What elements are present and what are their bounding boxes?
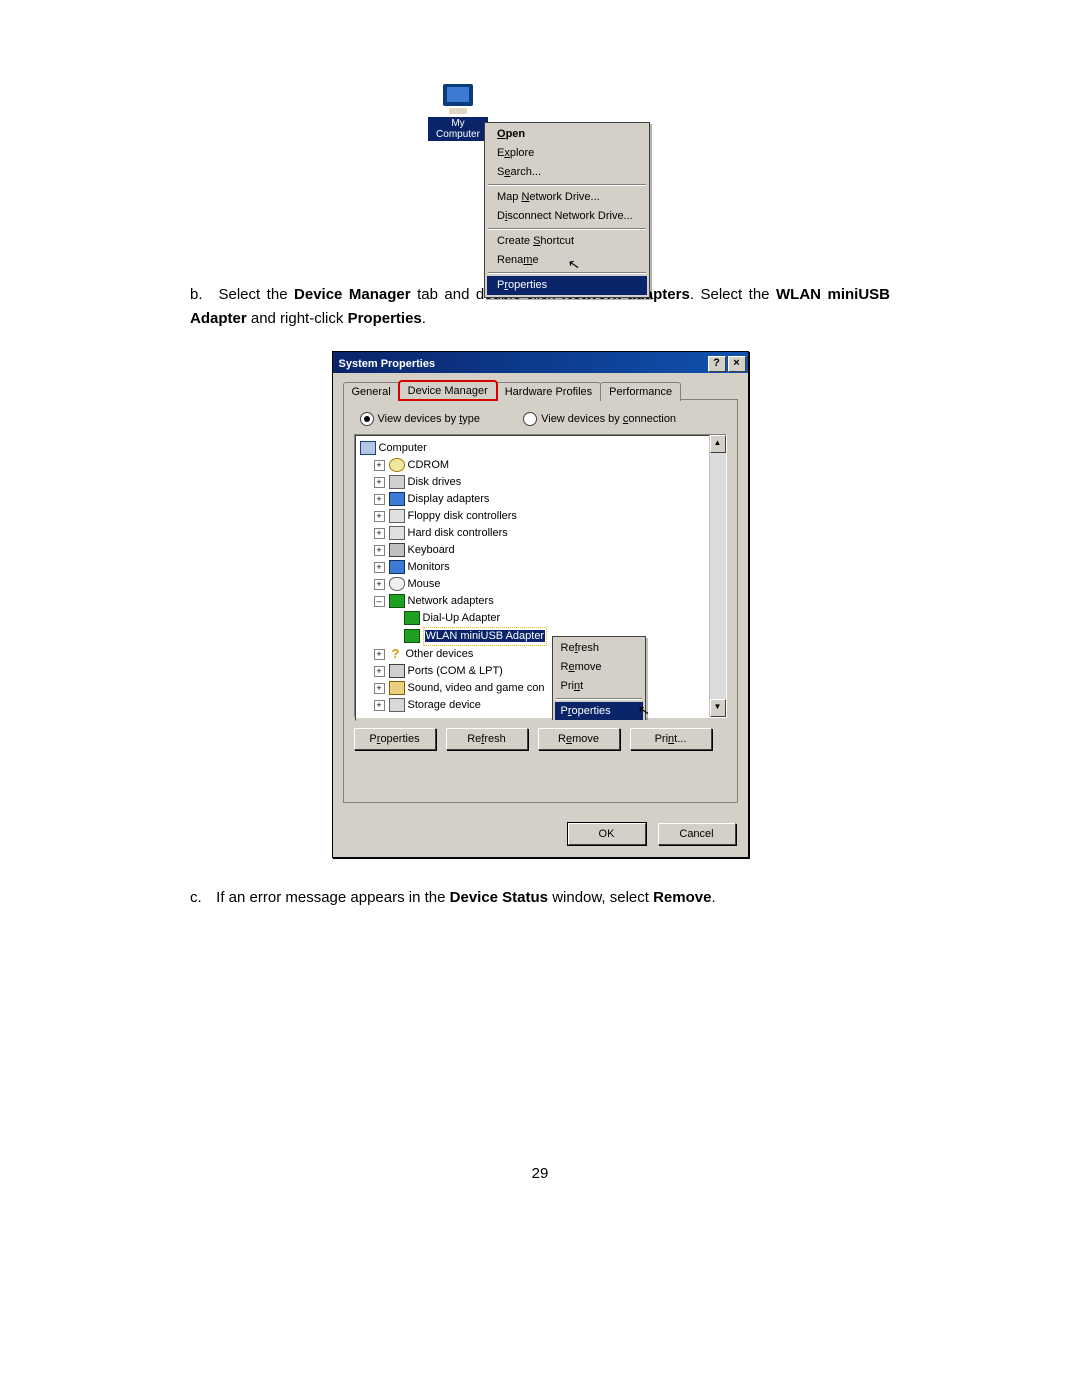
tab-strip: General Device Manager Hardware Profiles… xyxy=(343,381,738,400)
instruction-step-c: c. If an error message appears in the De… xyxy=(190,886,890,910)
tab-hardware-profiles[interactable]: Hardware Profiles xyxy=(496,382,601,401)
monitor-icon xyxy=(389,560,405,574)
ctx-explore[interactable]: Explore xyxy=(487,144,647,163)
node-storage-device[interactable]: Storage device xyxy=(360,697,725,714)
node-ports[interactable]: Ports (COM & LPT) xyxy=(360,663,725,680)
keyboard-icon xyxy=(389,543,405,557)
mouse-icon xyxy=(389,577,405,591)
figure-system-properties-dialog: System Properties ? × General Device Man… xyxy=(332,351,749,858)
node-other-devices[interactable]: ?Other devices xyxy=(360,646,725,663)
scroll-down-button[interactable]: ▼ xyxy=(710,699,726,717)
refresh-button[interactable]: Refresh xyxy=(446,728,528,750)
ctx-print[interactable]: Print xyxy=(555,677,643,696)
my-computer-icon[interactable]: My Computer xyxy=(428,80,488,142)
dialog-title: System Properties xyxy=(339,358,436,370)
ctx-properties[interactable]: Properties xyxy=(487,276,647,295)
print-button[interactable]: Print... xyxy=(630,728,712,750)
device-tree[interactable]: Computer CDROM Disk drives Display adapt… xyxy=(354,434,727,718)
node-floppy-controllers[interactable]: Floppy disk controllers xyxy=(360,508,725,525)
tab-general[interactable]: General xyxy=(343,382,400,401)
titlebar: System Properties ? × xyxy=(333,352,748,373)
radio-view-by-type[interactable]: View devices by type xyxy=(360,412,481,426)
page-number: 29 xyxy=(0,1165,1080,1182)
sound-icon xyxy=(389,681,405,695)
context-menu: Open Explore Search... Map Network Drive… xyxy=(484,122,650,298)
tab-device-manager[interactable]: Device Manager xyxy=(399,381,497,400)
cdrom-icon xyxy=(389,458,405,472)
expand-icon[interactable] xyxy=(374,460,385,471)
display-icon xyxy=(389,492,405,506)
node-cdrom[interactable]: CDROM xyxy=(360,457,725,474)
cancel-button[interactable]: Cancel xyxy=(658,823,736,845)
ctx-open[interactable]: Open xyxy=(487,125,647,144)
node-display-adapters[interactable]: Display adapters xyxy=(360,491,725,508)
ok-button[interactable]: OK xyxy=(568,823,646,845)
computer-icon xyxy=(360,441,376,455)
node-monitors[interactable]: Monitors xyxy=(360,559,725,576)
ctx-search[interactable]: Search... xyxy=(487,163,647,182)
node-keyboard[interactable]: Keyboard xyxy=(360,542,725,559)
help-button[interactable]: ? xyxy=(708,356,726,372)
ctx-map-drive[interactable]: Map Network Drive... xyxy=(487,188,647,207)
node-network-adapters[interactable]: Network adapters xyxy=(360,593,725,610)
port-icon xyxy=(389,664,405,678)
node-disk-drives[interactable]: Disk drives xyxy=(360,474,725,491)
node-mouse[interactable]: Mouse xyxy=(360,576,725,593)
node-wlan-miniusb-adapter[interactable]: WLAN miniUSB Adapter xyxy=(360,627,725,646)
scroll-up-button[interactable]: ▲ xyxy=(710,435,726,453)
node-dialup-adapter[interactable]: Dial-Up Adapter xyxy=(360,610,725,627)
monitor-icon xyxy=(443,84,473,106)
remove-button[interactable]: Remove xyxy=(538,728,620,750)
vertical-scrollbar[interactable]: ▲ ▼ xyxy=(709,435,726,717)
node-computer[interactable]: Computer xyxy=(360,440,725,457)
cursor-icon: ↖ xyxy=(636,701,651,720)
figure-my-computer-context-menu: My Computer Open Explore Search... Map N… xyxy=(418,80,662,265)
close-button[interactable]: × xyxy=(728,356,746,372)
controller-icon xyxy=(389,509,405,523)
ctx-create-shortcut[interactable]: Create Shortcut xyxy=(487,232,647,251)
storage-icon xyxy=(389,698,405,712)
node-hard-disk-controllers[interactable]: Hard disk controllers xyxy=(360,525,725,542)
tree-context-menu: Refresh Remove Print Properties xyxy=(552,636,646,721)
tab-performance[interactable]: Performance xyxy=(600,382,681,401)
radio-view-by-connection[interactable]: View devices by connection xyxy=(523,412,676,426)
ctx-properties-tree[interactable]: Properties xyxy=(555,702,643,721)
ctx-refresh[interactable]: Refresh xyxy=(555,639,643,658)
properties-button[interactable]: Properties xyxy=(354,728,436,750)
my-computer-label: My Computer xyxy=(428,117,488,141)
disk-icon xyxy=(389,475,405,489)
network-icon xyxy=(389,594,405,608)
ctx-disconnect-drive[interactable]: Disconnect Network Drive... xyxy=(487,207,647,226)
ctx-remove[interactable]: Remove xyxy=(555,658,643,677)
collapse-icon[interactable] xyxy=(374,596,385,607)
node-sound-video-game[interactable]: Sound, video and game con xyxy=(360,680,725,697)
question-icon: ? xyxy=(389,648,403,660)
